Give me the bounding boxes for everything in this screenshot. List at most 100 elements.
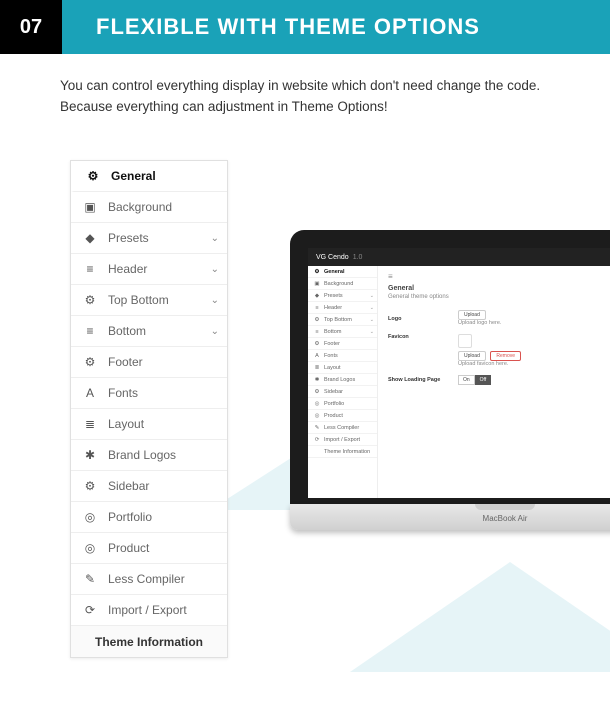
product-icon: ◎: [81, 541, 99, 555]
app-sidebar-item-footer[interactable]: ⚙Footer: [308, 338, 377, 350]
chevron-down-icon: ⌄: [211, 264, 219, 275]
app-sidebar-item-background[interactable]: ▣Background: [308, 278, 377, 290]
toggle-off[interactable]: Off: [475, 375, 492, 385]
upload-button[interactable]: Upload: [458, 351, 486, 361]
chevron-down-icon: ⌄: [211, 326, 219, 337]
app-sidebar-item-label: Sidebar: [324, 389, 343, 395]
toggle-on[interactable]: On: [458, 375, 475, 385]
bottom-icon: ≡: [81, 324, 99, 338]
favicon-hint: Upload favicon here.: [458, 361, 524, 367]
app-sidebar-item-label: Header: [324, 305, 342, 311]
header-icon: ≡: [81, 262, 99, 276]
bars-icon: ≡: [388, 272, 610, 281]
chevron-down-icon: ⌄: [370, 305, 374, 311]
fonts-icon: A: [81, 386, 99, 400]
sidebar-item-top-bottom[interactable]: ⚙Top Bottom⌄: [71, 285, 227, 316]
app-sidebar-item-import-export[interactable]: ⟳Import / Export: [308, 434, 377, 446]
sidebar-item-footer[interactable]: ⚙ Footer: [71, 347, 227, 378]
app-sidebar-item-general[interactable]: ⚙General: [308, 266, 377, 278]
sidebar-item-theme-information[interactable]: Theme Information: [71, 626, 227, 657]
app-sidebar-item-label: Import / Export: [324, 437, 360, 443]
sidebar-item-label: Sidebar: [108, 479, 149, 493]
app-version: 1.0: [353, 254, 363, 261]
sidebar-item-fonts[interactable]: AFonts: [71, 378, 227, 409]
app-sidebar-item-theme-information[interactable]: Theme Information: [308, 446, 377, 458]
app-sidebar-item-label: Bottom: [324, 329, 341, 335]
app-sidebar-item-label: Portfolio: [324, 401, 344, 407]
fonts-icon: A: [313, 353, 321, 359]
loading-label: Show Loading Page: [388, 377, 458, 383]
logo-label: Logo: [388, 316, 458, 322]
chevron-down-icon: ⌄: [211, 295, 219, 306]
sidebar-item-bottom[interactable]: ≡Bottom⌄: [71, 316, 227, 347]
app-sidebar-item-label: Top Bottom: [324, 317, 352, 323]
sidebar-item-label: Brand Logos: [108, 448, 176, 462]
app-sidebar-item-product[interactable]: ◎Product: [308, 410, 377, 422]
less-compiler-icon: ✎: [313, 425, 321, 431]
sidebar-item-general[interactable]: ⚙General: [71, 161, 227, 192]
app-sidebar-item-label: Footer: [324, 341, 340, 347]
portfolio-icon: ◎: [313, 401, 321, 407]
app-sidebar-item-sidebar[interactable]: ⚙Sidebar: [308, 386, 377, 398]
chevron-down-icon: ⌄: [370, 329, 374, 335]
header-icon: ≡: [313, 305, 321, 311]
laptop-brand-label: MacBook Air: [483, 514, 528, 523]
sidebar-item-label: Theme Information: [95, 635, 203, 649]
upload-button[interactable]: Upload: [458, 310, 486, 320]
sidebar-item-brand-logos[interactable]: ✱ Brand Logos: [71, 440, 227, 471]
app-sidebar-item-top-bottom[interactable]: ⚙Top Bottom⌄: [308, 314, 377, 326]
sidebar-icon: ⚙: [81, 479, 99, 493]
sidebar-item-layout[interactable]: ≣Layout: [71, 409, 227, 440]
layout-icon: ≣: [81, 417, 99, 431]
presets-icon: ◆: [81, 231, 99, 245]
app-sidebar-item-label: Presets: [324, 293, 343, 299]
panel-subheading: General theme options: [388, 294, 610, 300]
layout-icon: ≣: [313, 365, 321, 371]
sidebar-item-import-export[interactable]: ⟳ Import / Export: [71, 595, 227, 626]
app-sidebar-item-label: Theme Information: [324, 449, 370, 455]
app-name: VG Cendo: [316, 254, 349, 261]
sidebar-item-less-compiler[interactable]: ✎Less Compiler: [71, 564, 227, 595]
portfolio-icon: ◎: [81, 510, 99, 524]
panel-heading: General: [388, 285, 610, 292]
app-sidebar-item-presets[interactable]: ◆Presets⌄: [308, 290, 377, 302]
remove-button[interactable]: Remove: [490, 351, 521, 361]
app-sidebar-item-label: Fonts: [324, 353, 338, 359]
app-sidebar-item-fonts[interactable]: AFonts: [308, 350, 377, 362]
brand-logos-icon: ✱: [313, 377, 321, 383]
app-sidebar-item-label: Layout: [324, 365, 341, 371]
background-icon: ▣: [81, 200, 99, 214]
laptop-mockup: VG Cendo 1.0 ⚙General▣Background◆Presets…: [290, 230, 610, 530]
app-sidebar-item-less-compiler[interactable]: ✎Less Compiler: [308, 422, 377, 434]
app-sidebar-item-label: Brand Logos: [324, 377, 355, 383]
app-sidebar-item-label: Product: [324, 413, 343, 419]
chevron-down-icon: ⌄: [370, 293, 374, 299]
bottom-icon: ≡: [313, 329, 321, 335]
top-bottom-icon: ⚙: [313, 317, 321, 323]
sidebar-item-presets[interactable]: ◆Presets⌄: [71, 223, 227, 254]
app-sidebar-item-layout[interactable]: ≣Layout: [308, 362, 377, 374]
app-sidebar-item-header[interactable]: ≡Header ⌄: [308, 302, 377, 314]
footer-icon: ⚙: [81, 355, 99, 369]
brand-logos-icon: ✱: [81, 448, 99, 462]
sidebar-item-product[interactable]: ◎Product: [71, 533, 227, 564]
import-export-icon: ⟳: [81, 603, 99, 617]
section-title: FLEXIBLE WITH THEME OPTIONS: [62, 0, 610, 54]
sidebar-item-label: Import / Export: [108, 603, 187, 617]
sidebar-item-label: Header: [108, 262, 147, 276]
sidebar-item-label: Footer: [108, 355, 143, 369]
sidebar-item-header[interactable]: ≡ Header ⌄: [71, 254, 227, 285]
section-description: You can control everything display in we…: [0, 54, 610, 118]
favicon-label: Favicon: [388, 334, 458, 340]
footer-icon: ⚙: [313, 341, 321, 347]
sidebar-item-portfolio[interactable]: ◎ Portfolio: [71, 502, 227, 533]
sidebar-item-label: Portfolio: [108, 510, 152, 524]
app-sidebar-item-portfolio[interactable]: ◎Portfolio: [308, 398, 377, 410]
app-sidebar-item-brand-logos[interactable]: ✱Brand Logos: [308, 374, 377, 386]
section-header: 07 FLEXIBLE WITH THEME OPTIONS: [0, 0, 610, 54]
app-sidebar-item-label: General: [324, 269, 344, 275]
sidebar-item-sidebar[interactable]: ⚙ Sidebar: [71, 471, 227, 502]
sidebar-item-background[interactable]: ▣Background: [71, 192, 227, 223]
app-sidebar-item-bottom[interactable]: ≡Bottom ⌄: [308, 326, 377, 338]
on-off-toggle[interactable]: On Off: [458, 375, 491, 385]
